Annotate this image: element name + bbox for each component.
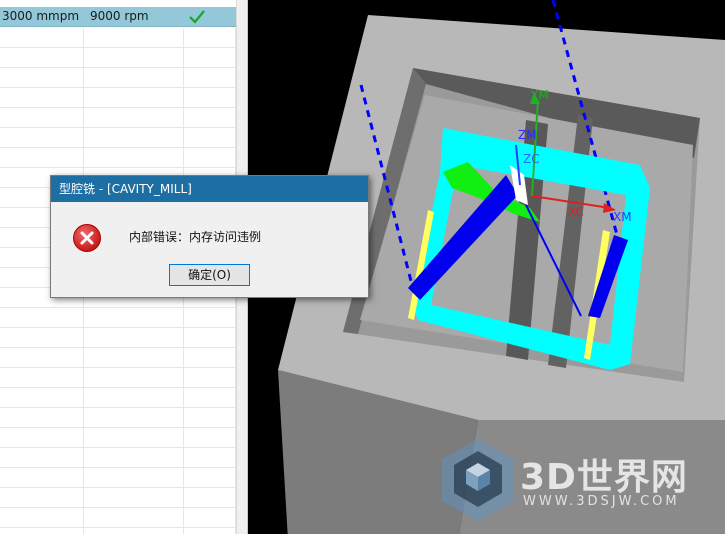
table-row[interactable] [0, 308, 236, 328]
table-row[interactable] [0, 328, 236, 348]
table-row[interactable] [0, 528, 236, 534]
error-icon [72, 223, 102, 253]
table-cell [84, 328, 184, 347]
table-row[interactable] [0, 468, 236, 488]
axis-label-xm: XM [613, 210, 632, 224]
table-cell [184, 68, 236, 87]
table-cell [0, 468, 84, 487]
table-cell [0, 308, 84, 327]
table-cell [84, 68, 184, 87]
ok-button[interactable]: 确定(O) [169, 264, 250, 286]
table-row[interactable] [0, 428, 236, 448]
table-cell [184, 468, 236, 487]
table-row[interactable] [0, 368, 236, 388]
table-cell [0, 528, 84, 534]
spindle-speed-cell: 9000 rpm [90, 9, 149, 23]
table-cell [0, 48, 84, 67]
table-cell [0, 28, 84, 47]
checkmark-icon [188, 9, 206, 29]
table-row[interactable] [0, 108, 236, 128]
table-cell [184, 368, 236, 387]
watermark-brand: 3D世界网 [520, 457, 688, 498]
table-cell [0, 428, 84, 447]
ok-button-label: 确定(O) [188, 268, 231, 282]
table-cell [0, 488, 84, 507]
table-cell [184, 308, 236, 327]
table-cell [184, 528, 236, 534]
table-cell [184, 108, 236, 127]
table-cell [184, 408, 236, 427]
error-message: 内部错误：内存访问违例 [129, 230, 262, 244]
error-dialog: 型腔铣 - [CAVITY_MILL] 内部错误：内存访问违例 确定(O) [50, 175, 369, 298]
axis-label-xc: XC [568, 205, 584, 219]
table-cell [184, 128, 236, 147]
table-cell [84, 148, 184, 167]
table-cell [0, 388, 84, 407]
table-cell [0, 108, 84, 127]
dialog-body: 内部错误：内存访问违例 确定(O) [51, 202, 368, 297]
table-row[interactable] [0, 488, 236, 508]
table-row[interactable] [0, 28, 236, 48]
table-cell [184, 348, 236, 367]
table-cell [0, 348, 84, 367]
table-row[interactable] [0, 508, 236, 528]
table-cell [0, 328, 84, 347]
table-cell [84, 28, 184, 47]
table-cell [184, 488, 236, 507]
table-cell [84, 348, 184, 367]
table-cell [84, 128, 184, 147]
table-cell [84, 488, 184, 507]
table-row[interactable] [0, 388, 236, 408]
table-cell [84, 108, 184, 127]
table-cell [0, 68, 84, 87]
watermark-url: WWW.3DSJW.COM [523, 494, 680, 509]
table-cell [184, 428, 236, 447]
table-row[interactable] [0, 68, 236, 88]
table-cell [84, 468, 184, 487]
table-cell [84, 88, 184, 107]
table-cell [84, 528, 184, 534]
table-cell [84, 428, 184, 447]
table-cell [184, 88, 236, 107]
table-cell [0, 88, 84, 107]
table-row[interactable] [0, 128, 236, 148]
axis-label-zc: ZC [523, 152, 540, 166]
watermark-cube-logo-icon [442, 439, 514, 521]
table-row[interactable] [0, 348, 236, 368]
table-cell [0, 148, 84, 167]
feed-rate-cell: 3000 mmpm [2, 9, 80, 23]
table-row[interactable] [0, 408, 236, 428]
table-cell [84, 308, 184, 327]
axis-label-zm: ZM [518, 128, 537, 142]
table-cell [184, 448, 236, 467]
table-cell [184, 388, 236, 407]
table-cell [0, 368, 84, 387]
table-cell [84, 508, 184, 527]
table-cell [84, 48, 184, 67]
table-row[interactable] [0, 88, 236, 108]
table-cell [0, 408, 84, 427]
operation-row-selected[interactable]: 3000 mmpm 9000 rpm [0, 7, 236, 27]
table-cell [0, 448, 84, 467]
table-cell [0, 508, 84, 527]
table-cell [0, 128, 84, 147]
dialog-titlebar[interactable]: 型腔铣 - [CAVITY_MILL] [51, 176, 368, 202]
table-row[interactable] [0, 148, 236, 168]
table-cell [184, 48, 236, 67]
axis-label-ym: YM [530, 88, 549, 102]
table-cell [184, 28, 236, 47]
table-cell [84, 368, 184, 387]
table-cell [84, 448, 184, 467]
table-cell [184, 148, 236, 167]
table-cell [184, 508, 236, 527]
table-cell [84, 388, 184, 407]
table-row[interactable] [0, 48, 236, 68]
table-row[interactable] [0, 448, 236, 468]
dialog-title: 型腔铣 - [CAVITY_MILL] [59, 182, 192, 196]
table-cell [184, 328, 236, 347]
table-cell [84, 408, 184, 427]
